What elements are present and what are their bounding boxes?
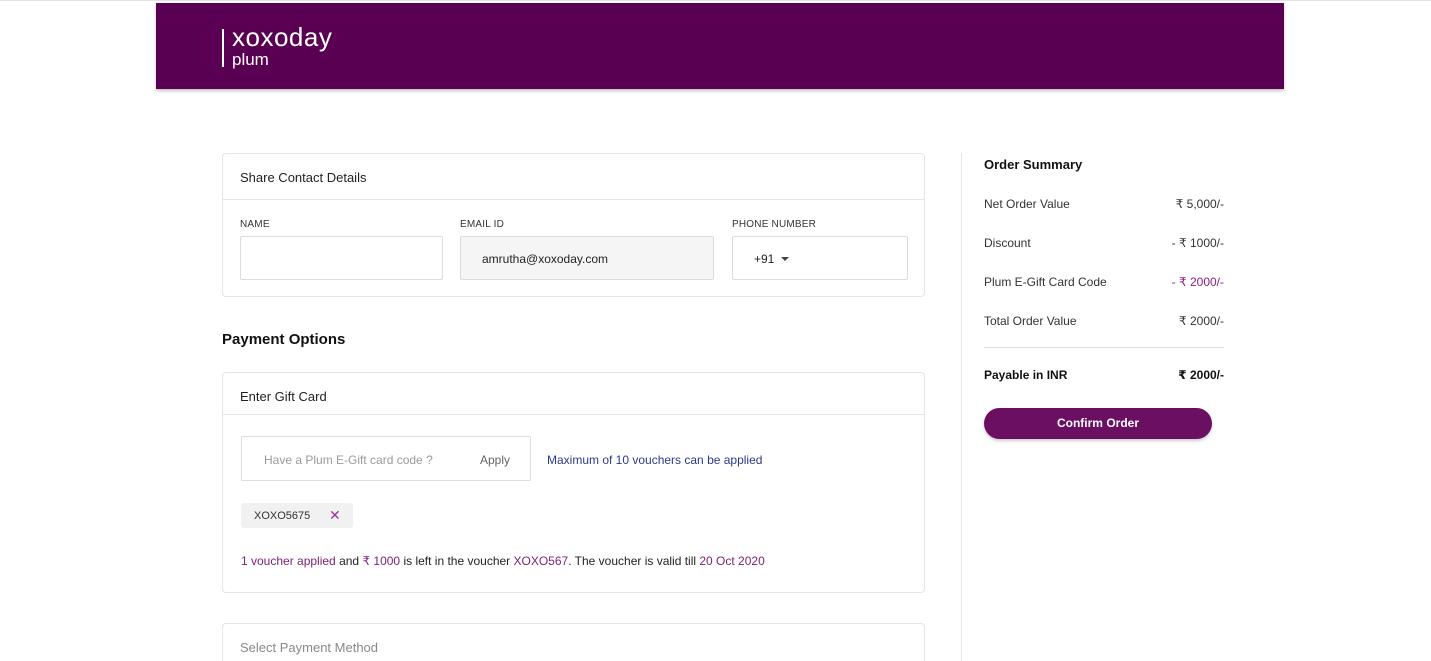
voucher-expiry-date: 20 Oct 2020 (699, 554, 765, 568)
gift-card-code-input[interactable]: Have a Plum E-Gift card code ? Apply (241, 436, 531, 481)
country-code-value: +91 (754, 252, 775, 266)
app-header: xoxoday plum (156, 3, 1284, 89)
contact-card-title: Share Contact Details (240, 170, 367, 185)
gift-card-divider (223, 414, 924, 415)
voucher-code: XOXO567 (513, 554, 569, 568)
applied-voucher-chip: XOXO5675 ✕ (241, 503, 353, 528)
remaining-amount: ₹ 1000 (362, 554, 401, 568)
email-field[interactable]: amrutha@xoxoday.com (460, 236, 714, 280)
summary-label: Total Order Value (984, 314, 1077, 328)
voucher-count-text: 1 voucher applied (241, 554, 336, 568)
contact-divider (223, 199, 924, 200)
applied-valid-text: . The voucher is valid till (568, 554, 700, 568)
email-value: amrutha@xoxoday.com (482, 252, 609, 266)
contact-details-card: Share Contact Details NAME EMAIL ID amru… (222, 153, 925, 297)
voucher-chip-code: XOXO5675 (254, 510, 311, 522)
apply-button[interactable]: Apply (480, 453, 510, 467)
country-code-select[interactable]: +91 (754, 252, 790, 266)
summary-divider (984, 347, 1224, 348)
payable-value: ₹ 2000/- (1178, 368, 1224, 382)
order-summary-title: Order Summary (984, 157, 1083, 172)
name-field[interactable] (241, 237, 442, 279)
summary-value: - ₹ 1000/- (1171, 236, 1224, 250)
applied-and-text: and (335, 554, 363, 568)
voucher-applied-message: 1 voucher applied and ₹ 1000 is left in … (241, 554, 765, 568)
caret-down-icon (781, 257, 790, 261)
payment-method-card[interactable]: Select Payment Method (222, 623, 925, 661)
summary-label: Discount (984, 236, 1031, 250)
gift-card-card: Enter Gift Card Have a Plum E-Gift card … (222, 372, 925, 593)
payment-options-heading: Payment Options (222, 331, 346, 348)
summary-label: Net Order Value (984, 197, 1070, 211)
gift-card-placeholder: Have a Plum E-Gift card code ? (264, 453, 433, 467)
payable-label: Payable in INR (984, 368, 1068, 382)
summary-value: ₹ 2000/- (1179, 314, 1224, 328)
phone-field[interactable]: +91 (732, 236, 908, 280)
phone-label: PHONE NUMBER (732, 219, 817, 230)
summary-separator (961, 153, 962, 661)
logo-text-top: xoxoday (232, 22, 333, 52)
name-label: NAME (240, 219, 270, 230)
close-icon[interactable]: ✕ (329, 507, 341, 523)
max-vouchers-note: Maximum of 10 vouchers can be applied (547, 453, 763, 467)
summary-label: Plum E-Gift Card Code (984, 275, 1107, 289)
gift-card-title: Enter Gift Card (240, 389, 327, 404)
email-label: EMAIL ID (460, 219, 505, 230)
confirm-order-button[interactable]: Confirm Order (984, 408, 1212, 439)
logo-text-bottom: plum (232, 50, 269, 69)
name-field-wrapper (240, 236, 443, 280)
applied-left-text: is left in the voucher (400, 554, 514, 568)
payment-method-title: Select Payment Method (240, 640, 379, 655)
summary-value: - ₹ 2000/- (1171, 275, 1224, 289)
summary-value: ₹ 5,000/- (1175, 197, 1224, 211)
logo-bar (222, 29, 224, 67)
